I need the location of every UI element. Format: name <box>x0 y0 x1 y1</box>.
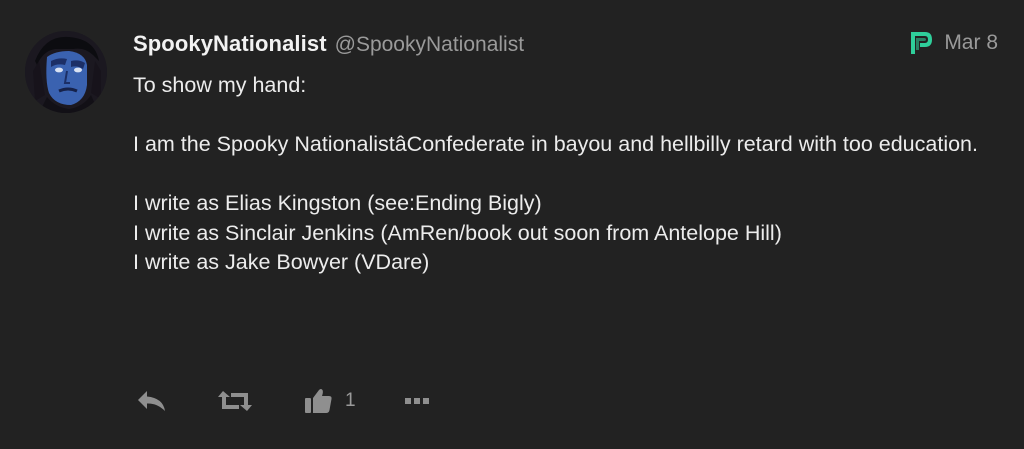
reply-button[interactable] <box>135 388 169 414</box>
user-handle[interactable]: @SpookyNationalist <box>335 33 524 57</box>
content-line <box>133 101 993 131</box>
more-options-button[interactable] <box>404 396 430 406</box>
post-date[interactable]: Mar 8 <box>944 31 998 55</box>
platform-logo-icon[interactable] <box>906 28 936 58</box>
content-line: To show my hand: <box>133 73 307 97</box>
content-line: I am the Spooky NationalistâConfederate … <box>133 132 978 156</box>
like-button[interactable]: 1 <box>303 387 356 415</box>
more-options-icon <box>404 398 429 404</box>
content-line: I write as Sinclair Jenkins (AmRen/book … <box>133 220 782 245</box>
thumbs-up-icon <box>305 389 332 413</box>
post-content: To show my hand: I am the Spooky Nationa… <box>133 71 993 278</box>
avatar-image <box>25 31 107 113</box>
post-card: SpookyNationalist @SpookyNationalist Mar… <box>0 0 1024 449</box>
post-header: SpookyNationalist @SpookyNationalist <box>133 31 524 59</box>
repost-icon <box>218 391 252 411</box>
content-line: I write as Elias Kingston (see:Ending Bi… <box>133 191 542 215</box>
reply-icon <box>138 391 165 411</box>
content-line <box>133 160 993 190</box>
content-line: I write as Jake Bowyer (VDare) <box>133 250 430 274</box>
post-meta: Mar 8 <box>906 28 998 58</box>
avatar[interactable] <box>25 31 107 113</box>
post-actions: 1 <box>135 383 430 419</box>
display-name[interactable]: SpookyNationalist <box>133 31 327 57</box>
like-count: 1 <box>345 390 356 411</box>
repost-button[interactable] <box>217 387 253 415</box>
